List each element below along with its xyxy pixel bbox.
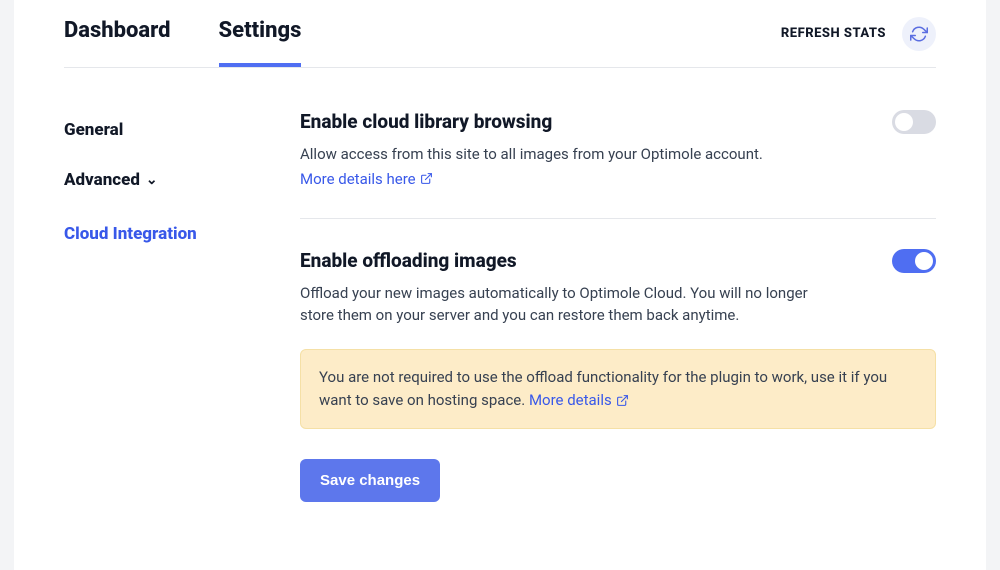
tabs: Dashboard Settings [64, 0, 301, 67]
refresh-stats-group: REFRESH STATS [781, 17, 936, 51]
setting-title: Enable offloading images [300, 249, 840, 272]
refresh-stats-label: REFRESH STATS [781, 26, 886, 41]
sidebar-item-cloud-integration[interactable]: Cloud Integration [64, 214, 244, 254]
setting-description: Allow access from this site to all image… [300, 143, 763, 166]
toggle-knob [895, 113, 913, 131]
notice-more-details-link[interactable]: More details [529, 389, 629, 412]
sidebar-item-general[interactable]: General [64, 110, 244, 150]
chevron-down-icon: ⌄ [146, 172, 158, 188]
topbar: Dashboard Settings REFRESH STATS [64, 0, 936, 68]
settings-content: Enable cloud library browsing Allow acce… [300, 110, 936, 532]
refresh-icon [910, 25, 928, 43]
offload-notice: You are not required to use the offload … [300, 349, 936, 430]
toggle-knob [915, 252, 933, 270]
tab-settings[interactable]: Settings [219, 0, 302, 67]
settings-sidebar: General Advanced ⌄ Cloud Integration [64, 110, 244, 532]
cloud-library-toggle[interactable] [892, 110, 936, 134]
setting-title: Enable cloud library browsing [300, 110, 763, 133]
offload-images-toggle[interactable] [892, 249, 936, 273]
external-link-icon [616, 394, 629, 407]
setting-description: Offload your new images automatically to… [300, 282, 840, 327]
more-details-link[interactable]: More details here [300, 170, 433, 188]
save-changes-button[interactable]: Save changes [300, 459, 440, 502]
setting-offload-images: Enable offloading images Offload your ne… [300, 218, 936, 533]
sidebar-item-advanced[interactable]: Advanced ⌄ [64, 160, 244, 200]
refresh-stats-button[interactable] [902, 17, 936, 51]
sidebar-item-label: Advanced [64, 170, 140, 190]
link-label: More details here [300, 170, 416, 188]
external-link-icon [420, 172, 433, 185]
link-label: More details [529, 389, 612, 412]
setting-cloud-library: Enable cloud library browsing Allow acce… [300, 110, 936, 218]
tab-dashboard[interactable]: Dashboard [64, 0, 171, 67]
